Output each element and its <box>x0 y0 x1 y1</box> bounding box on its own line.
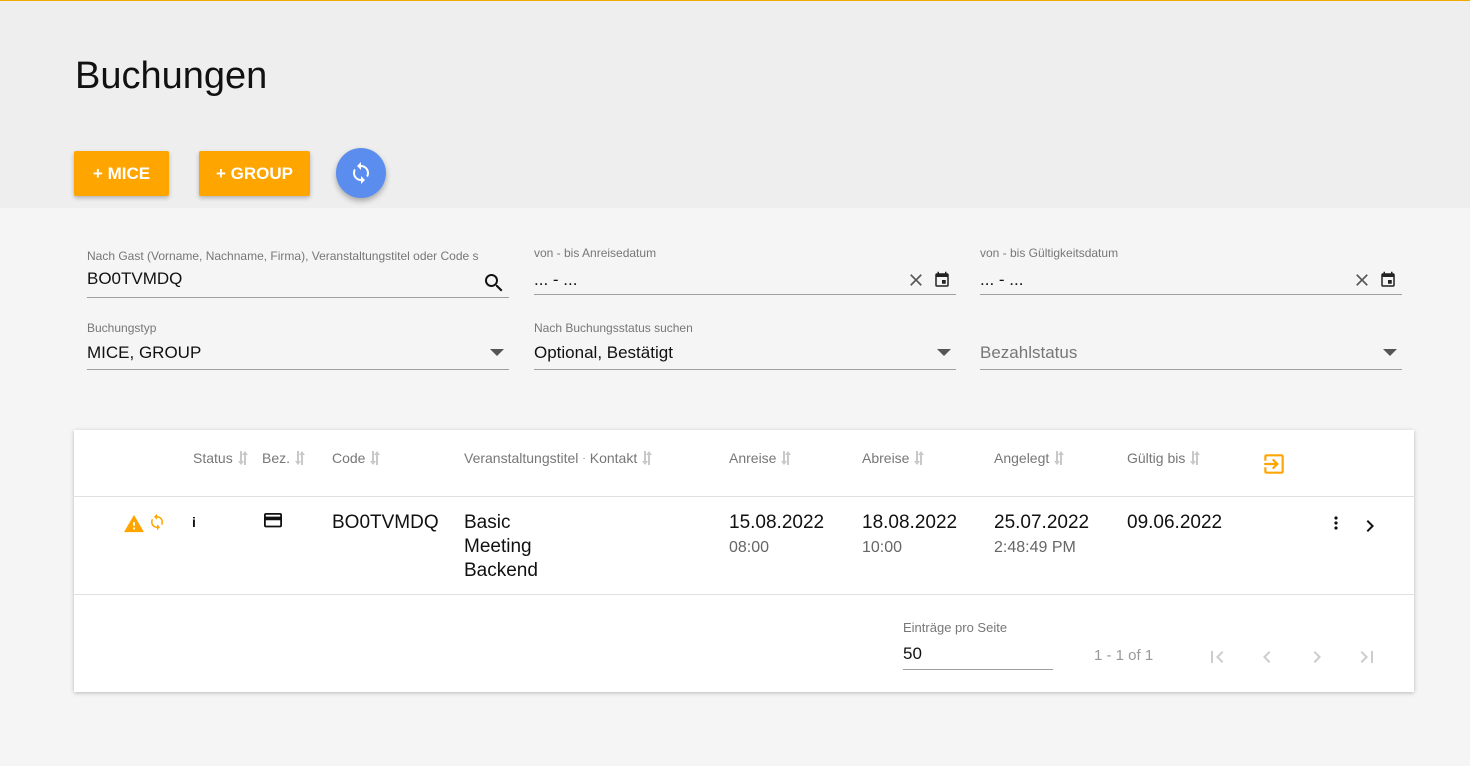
sort-icon[interactable] <box>1053 450 1065 466</box>
dropdown-arrow-icon[interactable] <box>1380 345 1400 361</box>
page-range: 1 - 1 of 1 <box>1094 647 1154 664</box>
last-page-icon[interactable] <box>1352 642 1382 672</box>
created-time: 2:48:49 PM <box>994 539 1076 556</box>
validity-range-label: von - bis Gültigkeitsdatum <box>980 246 1119 260</box>
page-size-label: Einträge pro Seite <box>903 620 1008 635</box>
guest-search-underline <box>87 297 509 298</box>
first-page-icon[interactable] <box>1202 642 1232 672</box>
departure-time: 10:00 <box>862 539 903 556</box>
booking-type-label: Buchungstyp <box>87 321 157 335</box>
booking-code: BO0TVMDQ <box>332 512 439 533</box>
header-status[interactable]: Status <box>193 450 249 466</box>
booking-status-label: Nach Buchungsstatus suchen <box>534 321 693 335</box>
sync-icon <box>353 162 369 184</box>
header-valid-until[interactable]: Gültig bis <box>1127 450 1201 466</box>
page-size-select[interactable]: 50 <box>903 644 922 664</box>
header-divider <box>74 496 1414 497</box>
status-info-icon[interactable]: i <box>192 514 196 530</box>
header-title-label: Veranstaltungstitel <box>464 450 579 466</box>
header-title-contact[interactable]: Veranstaltungstitel · Kontakt <box>464 450 653 466</box>
credit-card-icon <box>261 512 285 532</box>
header-departure[interactable]: Abreise <box>862 450 925 466</box>
sort-icon[interactable] <box>294 450 306 466</box>
booking-type-underline <box>87 369 509 370</box>
arrival-range-underline <box>534 294 956 295</box>
row-divider <box>74 594 1414 595</box>
header-created[interactable]: Angelegt <box>994 450 1065 466</box>
payment-status-placeholder[interactable]: Bezahlstatus <box>980 343 1077 363</box>
sort-icon[interactable] <box>369 450 381 466</box>
sort-icon[interactable] <box>237 450 249 466</box>
sort-icon[interactable] <box>641 450 653 466</box>
header-contact-label: Kontakt <box>589 450 638 466</box>
header-status-label: Status <box>193 450 233 466</box>
header-created-label: Angelegt <box>994 450 1050 466</box>
guest-search-input[interactable]: BO0TVMDQ <box>87 269 182 289</box>
dropdown-arrow-icon[interactable] <box>934 345 954 361</box>
validity-range-input[interactable]: ... - ... <box>980 270 1023 290</box>
payment-status-underline <box>980 369 1402 370</box>
event-title-line: Basic <box>464 512 511 533</box>
booking-status-value[interactable]: Optional, Bestätigt <box>534 343 673 363</box>
arrival-date: 15.08.2022 <box>729 512 825 533</box>
export-icon[interactable] <box>1260 450 1288 478</box>
chevron-right-icon[interactable] <box>1358 514 1382 538</box>
guest-search-label: Nach Gast (Vorname, Nachname, Firma), Ve… <box>87 249 479 263</box>
created-date: 25.07.2022 <box>994 512 1090 533</box>
sort-icon[interactable] <box>780 450 792 466</box>
sort-icon[interactable] <box>913 450 925 466</box>
booking-type-value[interactable]: MICE, GROUP <box>87 343 201 363</box>
event-title-line: Meeting <box>464 536 532 557</box>
header-bez[interactable]: Bez. <box>262 450 306 466</box>
add-mice-button[interactable]: + MICE <box>74 151 169 196</box>
header-departure-label: Abreise <box>862 450 910 466</box>
arrival-time: 08:00 <box>729 539 770 556</box>
header-separator: · <box>582 452 586 464</box>
page-title: Buchungen <box>75 55 268 97</box>
page-size-underline <box>903 669 1053 670</box>
arrival-range-label: von - bis Anreisedatum <box>534 246 657 260</box>
more-vert-icon[interactable] <box>1326 512 1346 534</box>
event-title-line: Backend <box>464 560 538 581</box>
clear-icon[interactable] <box>1351 269 1373 291</box>
sort-icon[interactable] <box>1189 450 1201 466</box>
clear-icon[interactable] <box>905 269 927 291</box>
search-icon[interactable] <box>481 270 507 296</box>
next-page-icon[interactable] <box>1302 642 1332 672</box>
add-group-button[interactable]: + GROUP <box>199 151 310 196</box>
bookings-table: Status Bez. Code Veranstaltungstitel · K… <box>74 430 1414 692</box>
warning-icon <box>123 512 145 534</box>
refresh-button[interactable] <box>336 148 386 198</box>
header-code-label: Code <box>332 450 366 466</box>
header-arrival[interactable]: Anreise <box>729 450 792 466</box>
arrival-range-input[interactable]: ... - ... <box>534 270 577 290</box>
booking-status-underline <box>534 369 956 370</box>
header-arrival-label: Anreise <box>729 450 777 466</box>
dropdown-arrow-icon[interactable] <box>487 345 507 361</box>
calendar-icon[interactable] <box>931 269 953 291</box>
header-bez-label: Bez. <box>262 450 291 466</box>
valid-until-date: 09.06.2022 <box>1127 512 1223 533</box>
departure-date: 18.08.2022 <box>862 512 958 533</box>
previous-page-icon[interactable] <box>1252 642 1282 672</box>
header-valid-until-label: Gültig bis <box>1127 450 1186 466</box>
validity-range-underline <box>980 294 1402 295</box>
header-code[interactable]: Code <box>332 450 381 466</box>
sync-status-icon <box>147 512 167 532</box>
calendar-icon[interactable] <box>1377 269 1399 291</box>
page-header: Buchungen + MICE + GROUP <box>0 1 1470 208</box>
